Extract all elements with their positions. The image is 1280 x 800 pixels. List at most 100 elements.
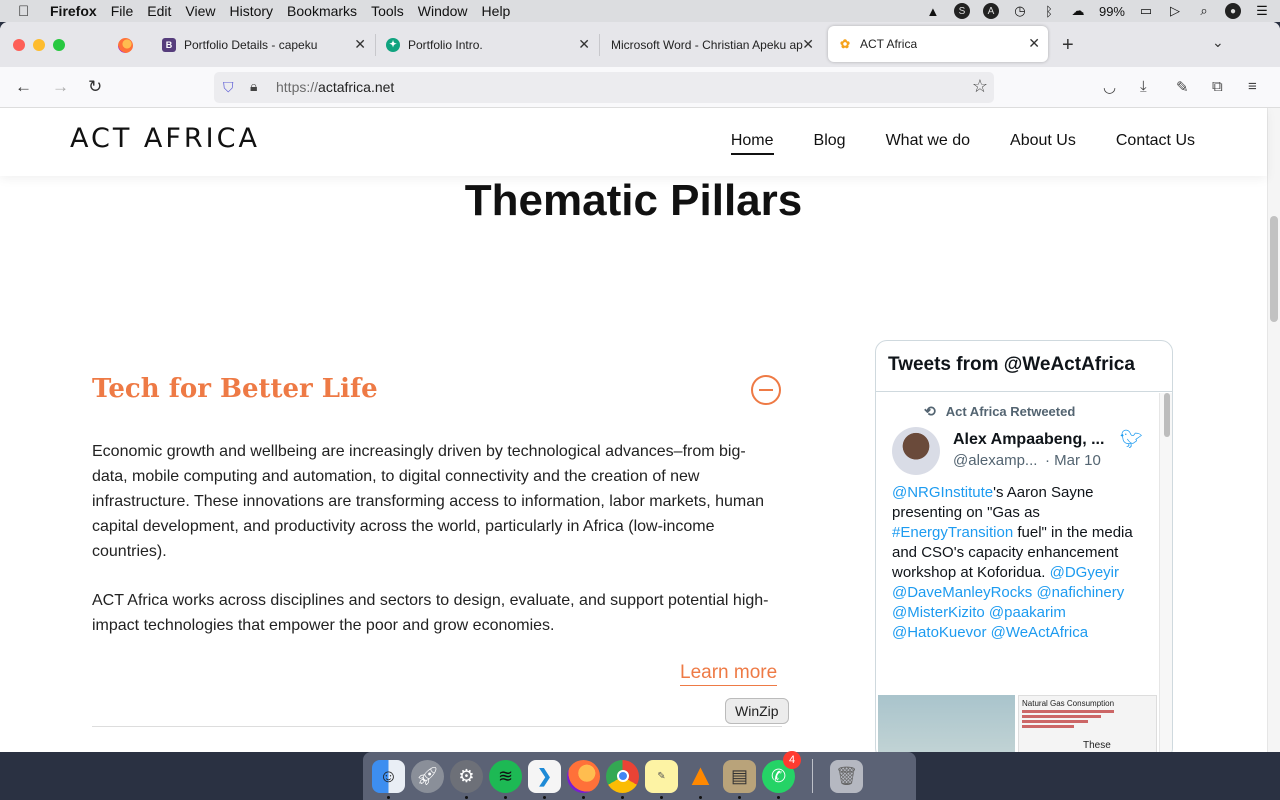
close-tab-icon[interactable]: ✕ (802, 36, 814, 53)
macos-menubar:  Firefox File Edit View History Bookmar… (0, 0, 1280, 22)
tweet-date[interactable]: · Mar 10 (1045, 452, 1101, 469)
lock-icon[interactable]: 🔒︎ (250, 78, 257, 95)
trash-icon[interactable]: 🗑︎ (830, 759, 863, 793)
menu-view[interactable]: View (185, 3, 215, 19)
url-text[interactable]: https://actafrica.net (276, 79, 394, 95)
vlc-status-icon[interactable]: ▲ (925, 3, 941, 19)
nav-blog[interactable]: Blog (814, 132, 846, 155)
retweet-indicator: ⟲ Act Africa Retweeted (924, 403, 1075, 420)
battery-icon[interactable]: ▭ (1138, 3, 1154, 19)
control-center-icon[interactable]: ☰ (1254, 3, 1270, 19)
firefox-icon[interactable] (567, 759, 600, 799)
timeline-scrollbar[interactable] (1159, 393, 1172, 752)
close-window-button[interactable] (13, 39, 25, 51)
tab-portfolio-intro[interactable]: ✦ Portfolio Intro. ✕ (376, 22, 598, 67)
menu-file[interactable]: File (111, 3, 134, 19)
page-scrollbar[interactable] (1267, 108, 1280, 752)
menu-edit[interactable]: Edit (147, 3, 171, 19)
pillar-title[interactable]: Tech for Better Life (92, 374, 378, 404)
page-scroll-thumb[interactable] (1270, 216, 1278, 322)
act-africa-favicon-icon: ✿ (838, 37, 852, 51)
fullscreen-window-button[interactable] (53, 39, 65, 51)
input-source-icon[interactable]: A (982, 3, 999, 19)
twitter-bird-icon[interactable]: 🐦︎ (1120, 429, 1143, 450)
eyedropper-icon[interactable]: ✎ (1176, 78, 1189, 96)
tab-act-africa[interactable]: ✿ ACT Africa ✕ (828, 26, 1048, 62)
menu-tools[interactable]: Tools (371, 3, 404, 19)
tab-bar: B Portfolio Details - capeku ✕ ✦ Portfol… (0, 22, 1280, 67)
collapse-minus-icon[interactable] (751, 375, 781, 405)
app-menu-icon[interactable]: ≡ (1248, 78, 1257, 95)
menu-window[interactable]: Window (418, 3, 468, 19)
minimize-window-button[interactable] (33, 39, 45, 51)
bluetooth-icon[interactable]: ᛒ (1041, 3, 1057, 19)
address-bar[interactable]: ⛉ 🔒︎ https://actafrica.net ☆ (214, 72, 994, 103)
launchpad-icon[interactable]: 🚀︎ (411, 759, 444, 793)
tab-label: Portfolio Details - capeku (184, 37, 318, 52)
section-title: Thematic Pillars (464, 176, 803, 225)
spotify-icon[interactable]: ≋ (489, 759, 522, 799)
retweet-label: Act Africa Retweeted (945, 404, 1076, 419)
finder-icon[interactable]: ☺ (372, 759, 405, 799)
vscode-icon[interactable]: ❯ (528, 759, 561, 799)
forward-arrow-icon[interactable]: → (52, 77, 69, 97)
menu-bookmarks[interactable]: Bookmarks (287, 3, 357, 19)
extensions-icon[interactable]: ⧉ (1212, 78, 1223, 95)
timeline-scroll-thumb[interactable] (1164, 393, 1170, 437)
learn-more-link[interactable]: Learn more (680, 662, 778, 686)
play-status-icon[interactable]: ▷ (1167, 3, 1183, 19)
close-tab-icon[interactable]: ✕ (1028, 35, 1040, 52)
author-handle[interactable]: @alexamp... (953, 452, 1037, 469)
site-header: ACT AFRICA Home Blog What we do About Us… (0, 108, 1267, 176)
menu-help[interactable]: Help (482, 3, 511, 19)
dock-tooltip: WinZip (725, 698, 789, 724)
nav-about-us[interactable]: About Us (1010, 132, 1076, 155)
time-machine-icon[interactable]: ◷ (1012, 3, 1028, 19)
reload-icon[interactable]: ↻ (88, 77, 102, 97)
tab-microsoft-word[interactable]: Microsoft Word - Christian Apeku ap ✕ (600, 22, 822, 67)
chatgpt-favicon-icon: ✦ (386, 37, 400, 52)
chrome-icon[interactable] (606, 759, 639, 799)
tweet-photo-2[interactable]: Natural Gas Consumption These (1018, 695, 1157, 752)
bookmark-star-icon[interactable]: ☆ (972, 76, 988, 97)
mention-link[interactable]: @NRGInstitute (892, 484, 993, 501)
hashtag-link[interactable]: #EnergyTransition (892, 524, 1013, 541)
close-tab-icon[interactable]: ✕ (578, 36, 590, 53)
back-arrow-icon[interactable]: ← (15, 77, 32, 97)
close-tab-icon[interactable]: ✕ (354, 36, 366, 53)
author-avatar[interactable] (892, 427, 940, 475)
system-preferences-gear-icon[interactable]: ⚙ (450, 759, 483, 799)
tweet-media[interactable]: Natural Gas Consumption These (878, 695, 1157, 752)
menu-history[interactable]: History (229, 3, 273, 19)
siri-icon[interactable]: ● (1225, 3, 1241, 19)
tab-portfolio-details[interactable]: B Portfolio Details - capeku ✕ (152, 22, 374, 67)
new-tab-icon[interactable]: + (1062, 34, 1074, 57)
section-divider (92, 726, 782, 727)
tweet-photo-1[interactable] (878, 695, 1015, 752)
nav-contact-us[interactable]: Contact Us (1116, 132, 1195, 155)
tracking-protection-shield-icon[interactable]: ⛉ (223, 79, 234, 96)
whatsapp-icon[interactable]: ✆ 4 (762, 750, 801, 799)
media-chart-caption: Natural Gas Consumption (1022, 699, 1115, 708)
url-host: actafrica.net (318, 79, 395, 95)
author-name[interactable]: Alex Ampaabeng, ... (953, 431, 1104, 449)
timeline-title[interactable]: Tweets from @WeActAfrica (888, 354, 1135, 376)
url-protocol: https:// (276, 79, 319, 95)
apple-menu-icon[interactable]:  (18, 3, 40, 20)
spotlight-search-icon[interactable]: ⌕ (1196, 3, 1212, 19)
cloud-status-icon[interactable]: ☁ (1070, 3, 1086, 19)
sync-status-icon[interactable]: S (953, 3, 970, 19)
list-all-tabs-chevron-icon[interactable]: ⌄ (1212, 34, 1224, 51)
firefox-view-icon[interactable] (118, 38, 133, 53)
pocket-icon[interactable]: ◡ (1103, 78, 1116, 96)
vlc-cone-icon[interactable]: ▲ (684, 759, 717, 799)
winzip-icon[interactable]: ▤ (723, 759, 756, 799)
downloads-icon[interactable]: ⤓ (1140, 78, 1147, 95)
stickies-icon[interactable]: ✎ (645, 759, 678, 799)
site-logo[interactable]: ACT AFRICA (70, 123, 260, 154)
tab-label: Portfolio Intro. (408, 37, 483, 52)
nav-home[interactable]: Home (730, 132, 774, 155)
nav-what-we-do[interactable]: What we do (886, 132, 970, 155)
navigation-toolbar: ← → ↻ ⛉ 🔒︎ https://actafrica.net ☆ ◡ ⤓ ✎… (0, 67, 1280, 108)
menu-app-firefox[interactable]: Firefox (50, 3, 97, 19)
